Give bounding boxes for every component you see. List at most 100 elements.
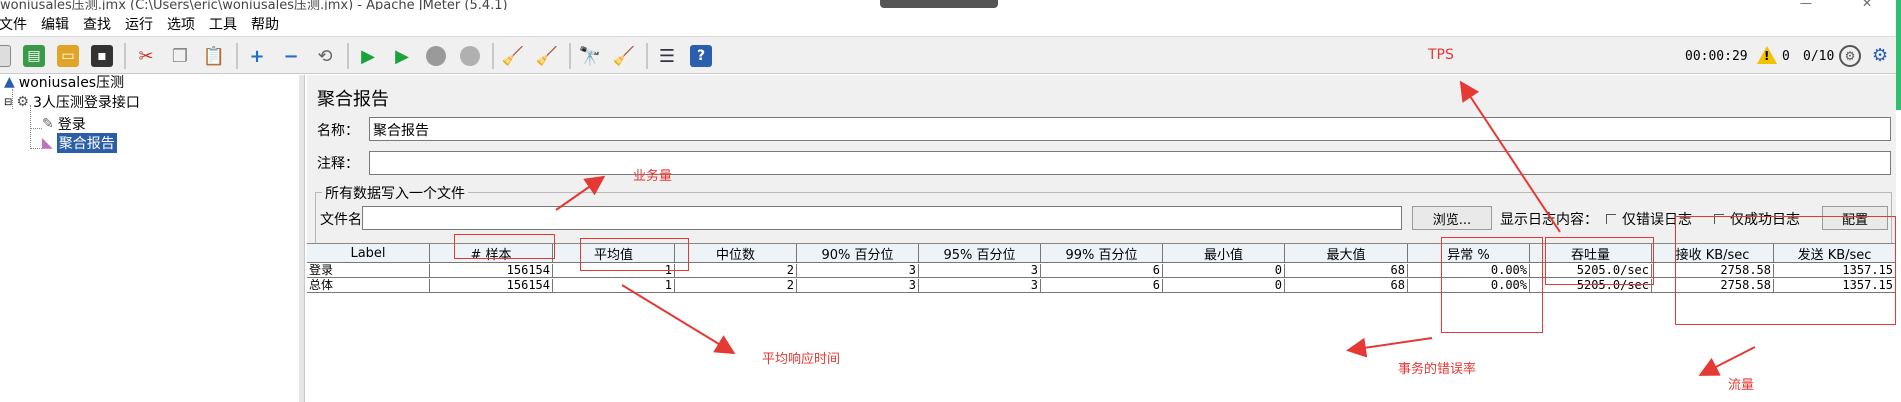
menu-search[interactable]: 查找 (76, 14, 118, 34)
cut-icon[interactable]: ✂ (132, 42, 160, 70)
table-cell[interactable]: 68 (1285, 279, 1408, 293)
help-icon[interactable]: ? (687, 42, 715, 70)
tree-line (30, 148, 42, 149)
menu-bar: 文件 编辑 查找 运行 选项 工具 帮助 (0, 12, 1901, 36)
gear-icon: ⚙ (16, 94, 29, 110)
table-cell[interactable]: 6 (1041, 279, 1163, 293)
toolbar-separator (569, 43, 571, 69)
minimize-icon[interactable]: — (1800, 0, 1812, 10)
menu-edit[interactable]: 编辑 (34, 14, 76, 34)
table-cell[interactable]: 2 (675, 279, 797, 293)
annotation-box-samples (454, 234, 555, 259)
templates-icon[interactable]: ▤ (20, 42, 48, 70)
log-content-label: 显示日志内容： (1500, 212, 1598, 228)
menu-run[interactable]: 运行 (118, 14, 160, 34)
start-icon[interactable]: ▶ (354, 42, 382, 70)
splitter-handle[interactable] (299, 75, 305, 402)
pipette-icon: ✎ (42, 116, 54, 132)
shutdown-icon[interactable] (456, 42, 484, 70)
name-label: 名称： (317, 123, 359, 139)
filename-label: 文件名 (320, 212, 362, 228)
tree-line (30, 128, 42, 129)
table-cell[interactable]: 登录 (307, 264, 430, 278)
clear-icon[interactable]: 🧹 (499, 42, 527, 70)
menu-help[interactable]: 帮助 (244, 14, 286, 34)
flask-icon: ▲ (4, 74, 15, 90)
expand-icon[interactable]: + (243, 42, 271, 70)
reset-search-icon[interactable]: 🧹 (610, 42, 638, 70)
comment-field[interactable] (369, 151, 1891, 175)
annotation-error-rate: 事务的错误率 (1398, 362, 1477, 377)
annotation-volume: 业务量 (633, 169, 673, 184)
column-header[interactable]: 中位数 (675, 244, 797, 263)
tree-node-listener[interactable]: ◣ 聚合报告 (42, 133, 117, 153)
annotation-box-traffic (1675, 216, 1896, 325)
collapse-icon[interactable]: − (277, 42, 305, 70)
table-cell[interactable]: 1 (553, 279, 675, 293)
column-header[interactable]: 最大值 (1285, 244, 1408, 263)
collapse-toggle-icon[interactable]: ⊟ (4, 97, 12, 108)
annotation-tps: TPS (1428, 47, 1454, 63)
table-cell[interactable]: 总体 (307, 279, 430, 293)
menu-options[interactable]: 选项 (160, 14, 202, 34)
annotation-box-error (1441, 237, 1543, 333)
tree-node-label: 聚合报告 (56, 133, 117, 153)
tree-node-label: 登录 (57, 117, 86, 133)
table-cell[interactable]: 68 (1285, 264, 1408, 278)
toolbar-separator (646, 43, 648, 69)
menu-tools[interactable]: 工具 (202, 14, 244, 34)
toggle-icon[interactable]: ⟲ (311, 42, 339, 70)
search-icon[interactable]: 🔭 (576, 42, 604, 70)
column-header[interactable]: 90% 百分位 (797, 244, 919, 263)
aggregate-table: Label # 样本 平均值 中位数 90% 百分位 95% 百分位 99% 百… (307, 243, 1896, 402)
table-cell[interactable]: 6 (1041, 264, 1163, 278)
copy-icon[interactable]: ❐ (166, 42, 194, 70)
annotation-avg-time: 平均响应时间 (762, 352, 841, 367)
paste-icon[interactable]: 📋 (200, 42, 228, 70)
remote-icon[interactable]: ⚙ (1872, 45, 1888, 66)
window-titlebar: woniusales压测.jmx (C:\Users\eric\woniusal… (0, 0, 1901, 10)
column-header[interactable]: 99% 百分位 (1041, 244, 1163, 263)
toolbar: ▤ ▭ ▪ ✂ ❐ 📋 + − ⟲ ▶ ▶ 🧹 🧹 🔭 🧹 ☰ ? (0, 36, 1901, 74)
warning-icon[interactable] (1757, 46, 1777, 64)
tree-node-thread-group[interactable]: ⊟ ⚙ 3人压测登录接口 (4, 92, 140, 112)
scrollbar-right[interactable] (1896, 0, 1901, 110)
elapsed-timer: 00:00:29 (1685, 49, 1748, 64)
filename-field[interactable] (362, 206, 1402, 230)
table-cell[interactable]: 3 (919, 264, 1041, 278)
column-header[interactable]: 95% 百分位 (919, 244, 1041, 263)
tree-node-label: woniusales压测 (18, 75, 125, 91)
gear-icon[interactable]: ⚙ (1839, 45, 1861, 67)
floating-overlay (880, 0, 998, 8)
table-cell[interactable]: 3 (919, 279, 1041, 293)
open-icon[interactable]: ▭ (54, 42, 82, 70)
column-header[interactable]: Label (307, 244, 430, 263)
close-icon[interactable]: ✕ (1862, 0, 1872, 10)
table-cell[interactable]: 0 (1163, 264, 1285, 278)
menu-file[interactable]: 文件 (0, 14, 34, 34)
name-field[interactable]: 聚合报告 (369, 117, 1891, 141)
column-header[interactable]: 最小值 (1163, 244, 1285, 263)
active-threads: 0/10 (1803, 49, 1835, 64)
test-plan-tree: ▲ woniusales压测 ⊟ ⚙ 3人压测登录接口 ✎ 登录 ◣ 聚合报告 (0, 72, 305, 402)
clear-all-icon[interactable]: 🧹 (533, 42, 561, 70)
function-helper-icon[interactable]: ☰ (653, 42, 681, 70)
section-legend: 所有数据写入一个文件 (322, 183, 468, 203)
annotation-box-average (580, 238, 689, 271)
start-no-pause-icon[interactable]: ▶ (388, 42, 416, 70)
table-cell[interactable]: 3 (797, 279, 919, 293)
browse-button[interactable]: 浏览... (1412, 206, 1492, 230)
annotation-box-throughput (1545, 237, 1654, 285)
table-cell[interactable]: 156154 (430, 264, 553, 278)
stop-icon[interactable] (422, 42, 450, 70)
table-cell[interactable]: 0 (1163, 279, 1285, 293)
tree-node-test-plan[interactable]: ▲ woniusales压测 (4, 72, 124, 92)
table-cell[interactable]: 3 (797, 264, 919, 278)
toolbar-separator (236, 43, 238, 69)
table-cell[interactable]: 2 (675, 264, 797, 278)
tree-node-sampler[interactable]: ✎ 登录 (42, 114, 86, 134)
new-icon[interactable] (0, 42, 14, 70)
table-cell[interactable]: 156154 (430, 279, 553, 293)
window-title: woniusales压测.jmx (C:\Users\eric\woniusal… (0, 0, 508, 10)
save-icon[interactable]: ▪ (88, 42, 116, 70)
